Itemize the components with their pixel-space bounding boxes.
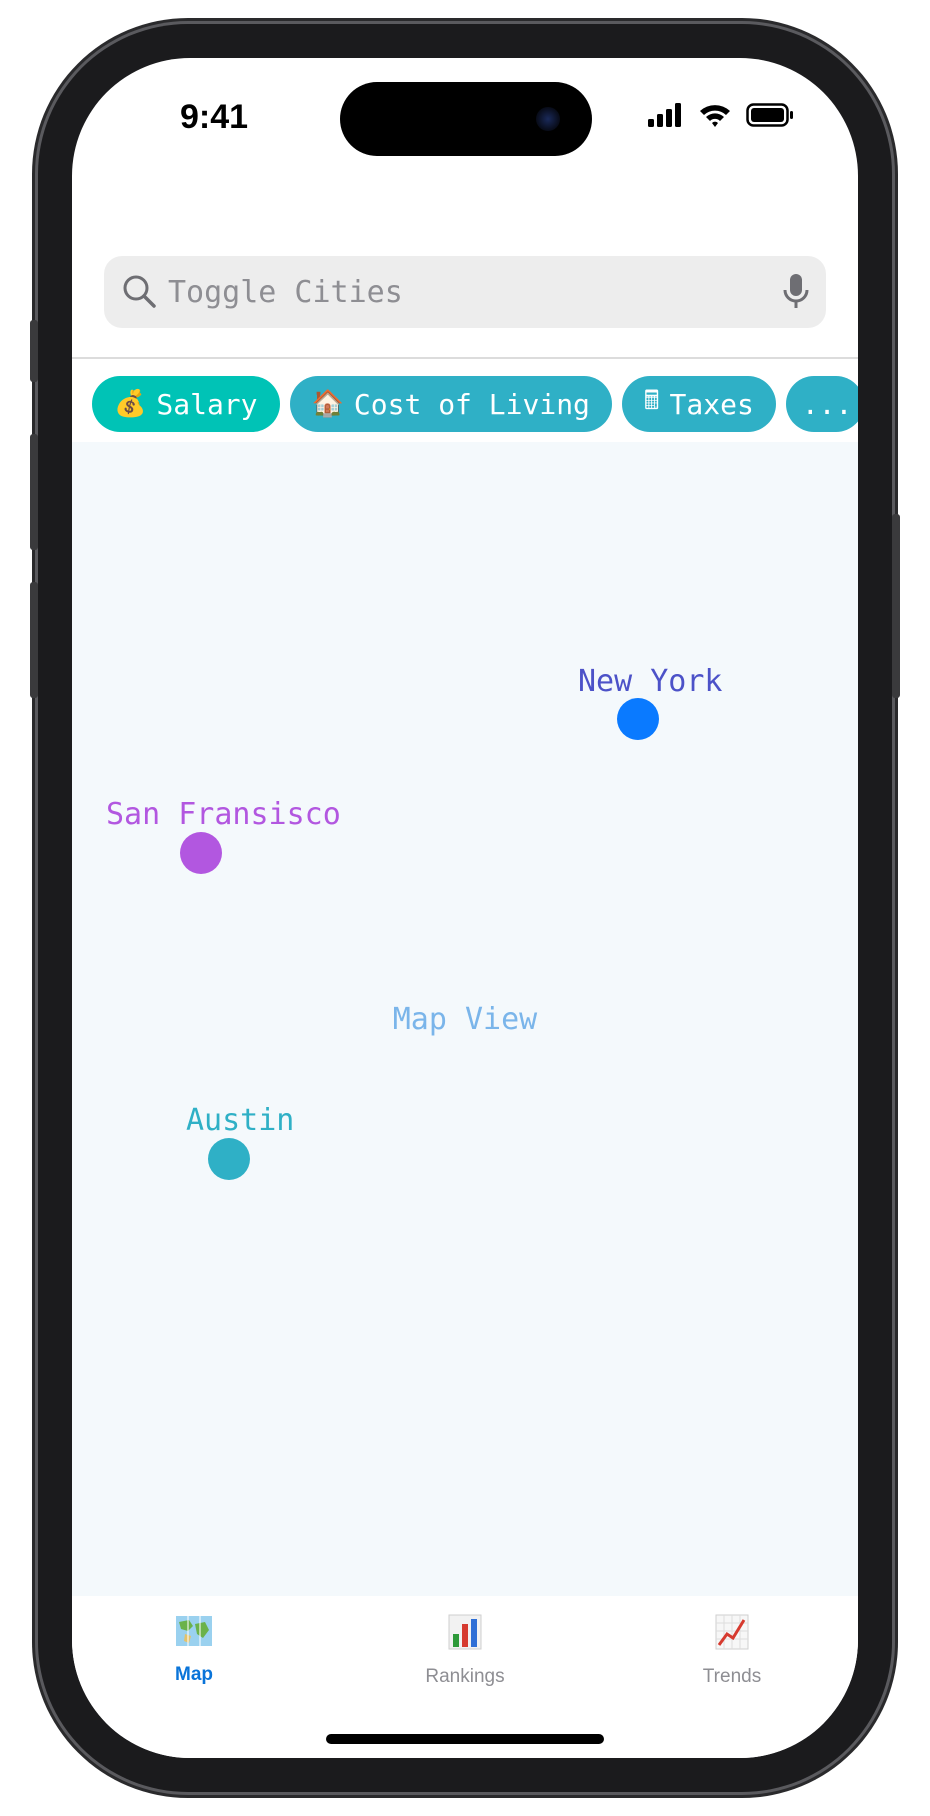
tab-map[interactable]: Map: [104, 1614, 284, 1686]
tab-label: Map: [175, 1664, 213, 1685]
money-bag-icon: 💰: [114, 389, 147, 419]
search-input[interactable]: [168, 266, 748, 318]
camera-icon: [536, 107, 560, 131]
power-button: [892, 514, 900, 698]
home-indicator: [326, 1734, 604, 1744]
trend-chart-icon: [715, 1614, 749, 1656]
microphone-icon[interactable]: [782, 272, 810, 316]
map-view[interactable]: Map View New York San Fransisco Austin: [72, 442, 858, 1596]
status-icons: [648, 102, 794, 132]
volume-up-button: [30, 434, 38, 550]
tab-label: Trends: [702, 1666, 762, 1687]
action-button: [30, 320, 38, 382]
city-label-san-fransisco: San Fransisco: [106, 797, 341, 832]
chip-more[interactable]: ...: [785, 376, 858, 432]
calculator-icon: 🖩: [643, 386, 660, 416]
search-bar[interactable]: [104, 256, 826, 328]
house-icon: 🏠: [311, 389, 344, 419]
bar-chart-icon: [448, 1614, 482, 1656]
city-marker-san-fransisco[interactable]: [180, 832, 222, 874]
chip-cost-of-living[interactable]: 🏠 Cost of Living: [289, 376, 612, 432]
chip-salary[interactable]: 💰 Salary: [92, 376, 280, 432]
map-icon: [175, 1614, 213, 1654]
cellular-signal-icon: [648, 103, 684, 131]
divider: [72, 357, 858, 359]
tab-rankings[interactable]: Rankings: [375, 1614, 555, 1688]
search-icon: [122, 274, 158, 314]
chip-label: ...: [801, 387, 853, 421]
status-time: 9:41: [180, 98, 249, 136]
chip-label: Taxes: [669, 387, 754, 421]
city-label-austin: Austin: [186, 1103, 295, 1138]
wifi-icon: [698, 102, 732, 132]
city-label-new-york: New York: [578, 664, 723, 699]
city-marker-new-york[interactable]: [617, 698, 659, 740]
chip-label: Cost of Living: [353, 387, 590, 421]
filter-chips: 💰 Salary 🏠 Cost of Living 🖩 Taxes ...: [92, 376, 858, 432]
chip-taxes[interactable]: 🖩 Taxes: [621, 376, 776, 432]
battery-icon: [746, 103, 794, 131]
dynamic-island: [340, 82, 592, 156]
map-view-label: Map View: [392, 1002, 538, 1037]
chip-label: Salary: [156, 387, 258, 421]
volume-down-button: [30, 582, 38, 698]
tab-trends[interactable]: Trends: [642, 1614, 822, 1688]
screen: 9:41 Toggle Cities 💰 Salary 🏠 Cost of Li…: [72, 58, 858, 1758]
city-marker-austin[interactable]: [208, 1138, 250, 1180]
tab-label: Rankings: [425, 1666, 505, 1687]
